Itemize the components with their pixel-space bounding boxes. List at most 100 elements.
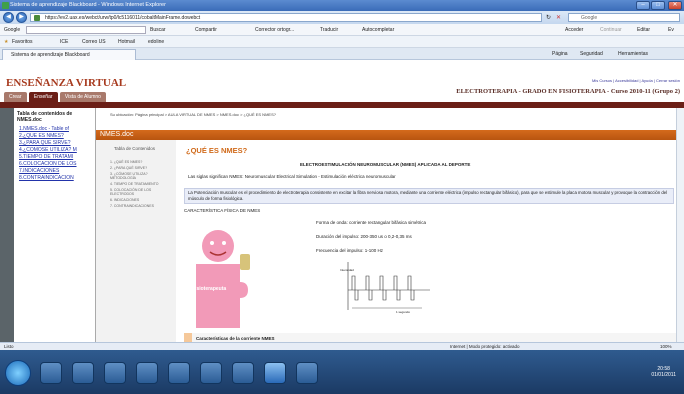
toc-item-5[interactable]: 5.TIEMPO DE TRATAMI <box>19 154 93 160</box>
traducir-button[interactable]: Traducir <box>320 26 338 34</box>
document-toc: Tabla de Contenidos 1. ¿QUÉ ES NMES? 2. … <box>96 140 176 342</box>
favoritos-button[interactable]: Favoritos <box>12 38 33 46</box>
tab-crear[interactable]: Crear <box>4 92 27 102</box>
menu-seguridad[interactable]: Seguridad <box>580 50 603 58</box>
taskbar: 20:58 01/01/2011 <box>0 350 684 394</box>
folder-icon[interactable] <box>40 362 62 384</box>
compartir-button[interactable]: Compartir <box>195 26 217 34</box>
lock-icon <box>34 15 40 21</box>
menu-pagina[interactable]: Página <box>552 50 568 58</box>
buscar-button[interactable]: Buscar <box>150 26 166 34</box>
game-icon[interactable] <box>200 362 222 384</box>
prop-1: Forma de onda: corriente rectangular bif… <box>316 220 427 225</box>
ev-button[interactable]: Ev <box>668 26 674 34</box>
prop-2: Duración del impulso: 200-350 us o 0,2-0… <box>316 234 412 239</box>
google-search-field[interactable] <box>26 26 146 34</box>
prop-3: Frecuencia del impulso: 1-100 Hz <box>316 248 384 253</box>
graph-label: 1 segundo <box>396 310 411 314</box>
search-input[interactable]: Google <box>568 13 680 22</box>
tab-title: Sistema de aprendizaje Blackboard <box>11 52 90 58</box>
clock[interactable]: 20:58 01/01/2011 <box>651 366 676 378</box>
paint-icon[interactable] <box>104 362 126 384</box>
refresh-icon[interactable]: ↻ <box>546 14 551 21</box>
status-text: Listo <box>4 344 14 349</box>
tab-bar: Sistema de aprendizaje Blackboard Página… <box>0 48 684 60</box>
toc-item-3[interactable]: 3.¿PARA QUÉ SIRVE? <box>19 140 93 146</box>
chrome-icon[interactable] <box>232 362 254 384</box>
article: ¿QUÉ ES NMES? ELECTROESTIMULACIÓN NEUROM… <box>182 140 682 367</box>
star-icon: ★ <box>4 39 9 45</box>
doc-nav-4[interactable]: 4. TIEMPO DE TRATAMIENTO <box>110 182 172 186</box>
toc-item-8[interactable]: 8.CONTRAINDICACION <box>19 175 93 181</box>
back-button[interactable]: ◀ <box>3 12 14 23</box>
ie-icon <box>2 2 9 9</box>
article-subtitle: ELECTROESTIMULACIÓN NEUROMUSCULAR (NMES)… <box>300 162 471 167</box>
waveform-diagram <box>347 262 430 310</box>
address-text: https://ev2.uax.es/webct/urw/tp0/lc51160… <box>45 15 201 21</box>
doc-nav-7[interactable]: 7. CONTRAINDICACIONES <box>110 204 172 208</box>
doc-nav-3[interactable]: 3. ¿CÓMOSE UTILIZA? METODOLOGÍA <box>110 172 172 180</box>
fav-hotmail[interactable]: Hotmail <box>118 38 135 46</box>
dreamweaver-icon[interactable] <box>136 362 158 384</box>
tab-ensenar[interactable]: Enseñar <box>28 92 58 102</box>
favorites-bar: ★ Favoritos ICE Correo US Hotmail edolin… <box>0 36 684 48</box>
puzzle-mascot <box>196 230 250 328</box>
bullet-text: Las siglas significan NMES: Neuromuscula… <box>188 174 396 179</box>
graph-side-label: Intensidad <box>340 268 354 272</box>
fav-ice[interactable]: ICE <box>60 38 68 46</box>
breadcrumb[interactable]: Su ubicación: Página principal > AULA VI… <box>110 112 276 117</box>
status-bar: Listo Internet | Modo protegido: activad… <box>0 342 684 350</box>
toc-item-1[interactable]: 1.NMES.doc - Table of <box>19 126 93 132</box>
definition-box: La Potenciación muscular es el procedimi… <box>184 188 674 204</box>
media-player-icon[interactable] <box>72 362 94 384</box>
clock-date: 01/01/2011 <box>651 372 676 378</box>
stop-icon[interactable]: ✕ <box>556 14 561 21</box>
acceder-button[interactable]: Acceder <box>565 26 583 34</box>
document-header: NMES.doc <box>96 130 684 140</box>
toc-item-4[interactable]: 4.¿CÓMOSE UTILIZA? M <box>19 147 93 153</box>
menu-herramientas[interactable]: Herramientas <box>618 50 648 58</box>
zoom-level[interactable]: 100% <box>660 343 672 350</box>
mascot-label: Fisioterapeuta <box>192 286 227 292</box>
start-button[interactable] <box>5 360 31 386</box>
doc-nav-6[interactable]: 6. INDICACIONES <box>110 198 172 202</box>
course-title: ELECTROTERAPIA - GRADO EN FISIOTERAPIA -… <box>456 88 680 95</box>
toc-panel: Tabla de contenidos de NMES.doc 1.NMES.d… <box>14 108 96 342</box>
scrollbar[interactable] <box>676 108 684 342</box>
messenger-icon[interactable] <box>296 362 318 384</box>
ie-taskbar-icon[interactable] <box>264 362 286 384</box>
exercise-title: Características de la corriente NMES <box>196 336 275 341</box>
question-title: ¿QUÉ ES NMES? <box>186 146 248 155</box>
top-links[interactable]: Mis Cursos | Accesibilidad | Ayuda | Cer… <box>592 78 680 83</box>
forward-button[interactable]: ▶ <box>16 12 27 23</box>
bb-tabs: Crear Enseñar Vista de Alumno <box>4 92 107 102</box>
tab-vista-alumno[interactable]: Vista de Alumno <box>59 92 106 102</box>
search-placeholder: Google <box>581 15 598 21</box>
doc-toc-label: Tabla de Contenidos <box>114 146 156 151</box>
corrector-button[interactable]: Corrector ortogr... <box>255 26 294 34</box>
toc-title: Tabla de contenidos de NMES.doc <box>17 111 73 123</box>
doc-nav-5[interactable]: 5. COLOCACIÓN DE LOS ELECTRODOS <box>110 188 172 196</box>
window-title: Sistema de aprendizaje Blackboard - Wind… <box>10 2 166 8</box>
doc-nav-1[interactable]: 1. ¿QUÉ ES NMES? <box>110 160 172 164</box>
autocompletar-button[interactable]: Autocompletar <box>362 26 394 34</box>
toc-item-2[interactable]: 2.¿QUÉ ES NMES? <box>19 133 93 139</box>
maximize-button[interactable]: □ <box>651 1 665 10</box>
editar-button[interactable]: Editar <box>637 26 650 34</box>
continuar-button[interactable]: Continuar <box>600 26 622 34</box>
calculator-icon[interactable] <box>168 362 190 384</box>
fav-edoline[interactable]: edoline <box>148 38 164 46</box>
toc-item-7[interactable]: 7.INDICACIONES <box>19 168 93 174</box>
toc-item-6[interactable]: 6.COLOCACIÓN DE LOS <box>19 161 93 167</box>
doc-nav-2[interactable]: 2. ¿PARA QUÉ SIRVE? <box>110 166 172 170</box>
google-toolbar: Google Buscar Compartir Corrector ortogr… <box>0 24 684 36</box>
window-titlebar: Sistema de aprendizaje Blackboard - Wind… <box>0 0 684 11</box>
close-button[interactable]: ✕ <box>668 1 682 10</box>
site-logo: ENSEÑANZA VIRTUAL <box>6 77 127 89</box>
address-input[interactable]: https://ev2.uax.es/webct/urw/tp0/lc51160… <box>30 13 542 22</box>
security-zone: Internet | Modo protegido: activado <box>450 344 520 349</box>
minimize-button[interactable]: – <box>636 1 650 10</box>
fav-correo[interactable]: Correo US <box>82 38 106 46</box>
browser-tab[interactable]: Sistema de aprendizaje Blackboard <box>2 49 136 60</box>
google-label: Google <box>4 27 21 33</box>
